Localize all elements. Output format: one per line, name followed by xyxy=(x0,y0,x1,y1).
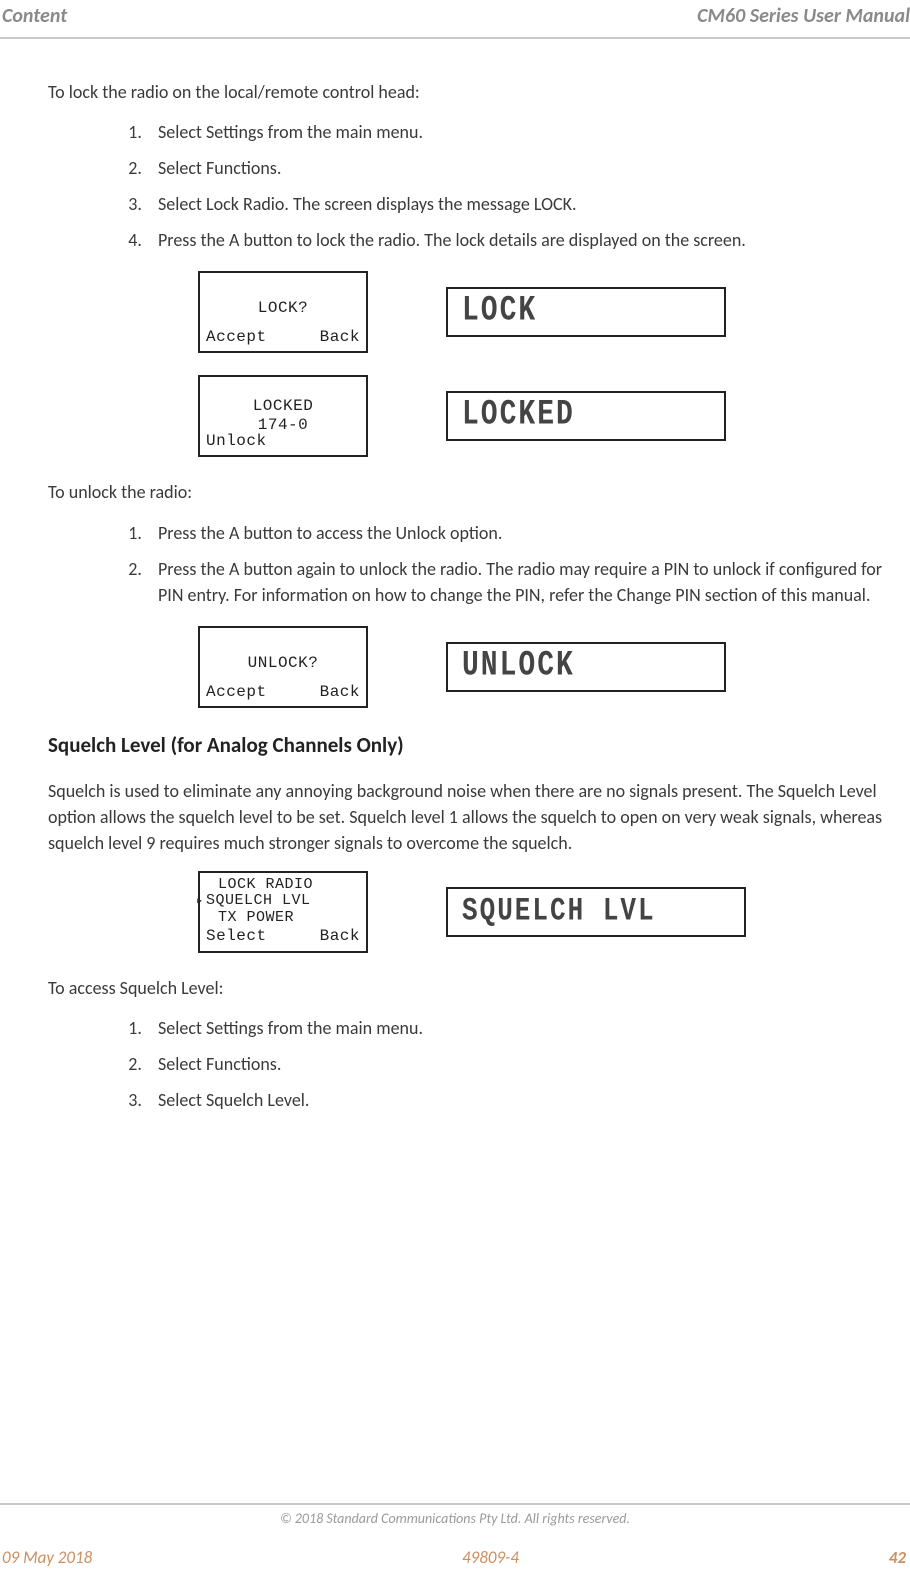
segment-text: UNLOCK xyxy=(462,641,575,692)
list-item: Press the A button to access the Unlock … xyxy=(146,520,910,546)
footer-page-number: 42 xyxy=(889,1546,906,1571)
header-left: Content xyxy=(0,2,67,31)
lcd-screen-unlock-prompt: UNLOCK? Accept Back xyxy=(198,626,368,708)
list-item: Press the A button to lock the radio. Th… xyxy=(146,227,910,253)
copyright: © 2018 Standard Communications Pty Ltd. … xyxy=(0,1509,910,1529)
segment-text: SQUELCH LVL xyxy=(462,888,656,935)
footer-doc-number: 49809-4 xyxy=(462,1546,519,1571)
list-item: Press the A button again to unlock the r… xyxy=(146,556,910,608)
lcd-title: UNLOCK? xyxy=(200,654,366,672)
lcd-screen-lock-prompt: LOCK? Accept Back xyxy=(198,271,368,353)
screen-row: LOCK RADIO SQUELCH LVL TX POWER Select B… xyxy=(198,871,910,953)
segment-display-lock: LOCK xyxy=(446,287,726,337)
lcd-screen-locked: LOCKED 174-0 Unlock xyxy=(198,375,368,457)
list-item: Select Lock Radio. The screen displays t… xyxy=(146,191,910,217)
list-item: Select Functions. xyxy=(146,155,910,181)
lcd-title: LOCKED xyxy=(200,397,366,415)
screen-row: UNLOCK? Accept Back UNLOCK xyxy=(198,626,910,708)
screen-row: LOCK? Accept Back LOCK xyxy=(198,271,910,353)
lock-intro: To lock the radio on the local/remote co… xyxy=(48,79,910,105)
lcd-softkey-right: Back xyxy=(320,326,360,349)
segment-display-locked: LOCKED xyxy=(446,391,726,441)
lock-steps-list: Select Settings from the main menu. Sele… xyxy=(48,119,910,253)
segment-display-unlock: UNLOCK xyxy=(446,642,726,692)
menu-item: TX POWER xyxy=(218,909,294,926)
lcd-softkey-left: Unlock xyxy=(206,430,267,453)
lcd-softkey-right: Back xyxy=(320,681,360,704)
lcd-softkey-left: Accept xyxy=(206,326,267,349)
lcd-softkey-left: Select xyxy=(206,925,267,948)
access-steps-list: Select Settings from the main menu. Sele… xyxy=(48,1015,910,1113)
lcd-softkey-left: Accept xyxy=(206,681,267,704)
menu-item: LOCK RADIO xyxy=(218,876,313,893)
page: Content CM60 Series User Manual To lock … xyxy=(0,0,910,1573)
footer-date: 09 May 2018 xyxy=(2,1546,92,1571)
list-item: Select Settings from the main menu. xyxy=(146,1015,910,1041)
menu-item-selected: SQUELCH LVL xyxy=(206,892,311,909)
lcd-softkey-right: Back xyxy=(320,925,360,948)
segment-text: LOCKED xyxy=(462,391,575,442)
lcd-screen-squelch-menu: LOCK RADIO SQUELCH LVL TX POWER Select B… xyxy=(198,871,368,953)
section-heading-squelch: Squelch Level (for Analog Channels Only) xyxy=(48,730,910,760)
list-item: Select Settings from the main menu. xyxy=(146,119,910,145)
page-footer: 09 May 2018 49809-4 42 xyxy=(0,1546,910,1573)
screen-row: LOCKED 174-0 Unlock LOCKED xyxy=(198,375,910,457)
unlock-steps-list: Press the A button to access the Unlock … xyxy=(48,520,910,608)
footer-rule xyxy=(0,1503,910,1505)
lcd-title: LOCK? xyxy=(200,299,366,317)
list-item: Select Squelch Level. xyxy=(146,1087,910,1113)
segment-display-squelch: SQUELCH LVL xyxy=(446,887,746,937)
page-content: To lock the radio on the local/remote co… xyxy=(0,39,910,1113)
access-intro: To access Squelch Level: xyxy=(48,975,910,1001)
list-item: Select Functions. xyxy=(146,1051,910,1077)
segment-text: LOCK xyxy=(462,287,537,338)
unlock-intro: To unlock the radio: xyxy=(48,479,910,505)
squelch-paragraph: Squelch is used to eliminate any annoyin… xyxy=(48,778,910,856)
page-header: Content CM60 Series User Manual xyxy=(0,0,910,39)
header-right: CM60 Series User Manual xyxy=(697,2,910,31)
